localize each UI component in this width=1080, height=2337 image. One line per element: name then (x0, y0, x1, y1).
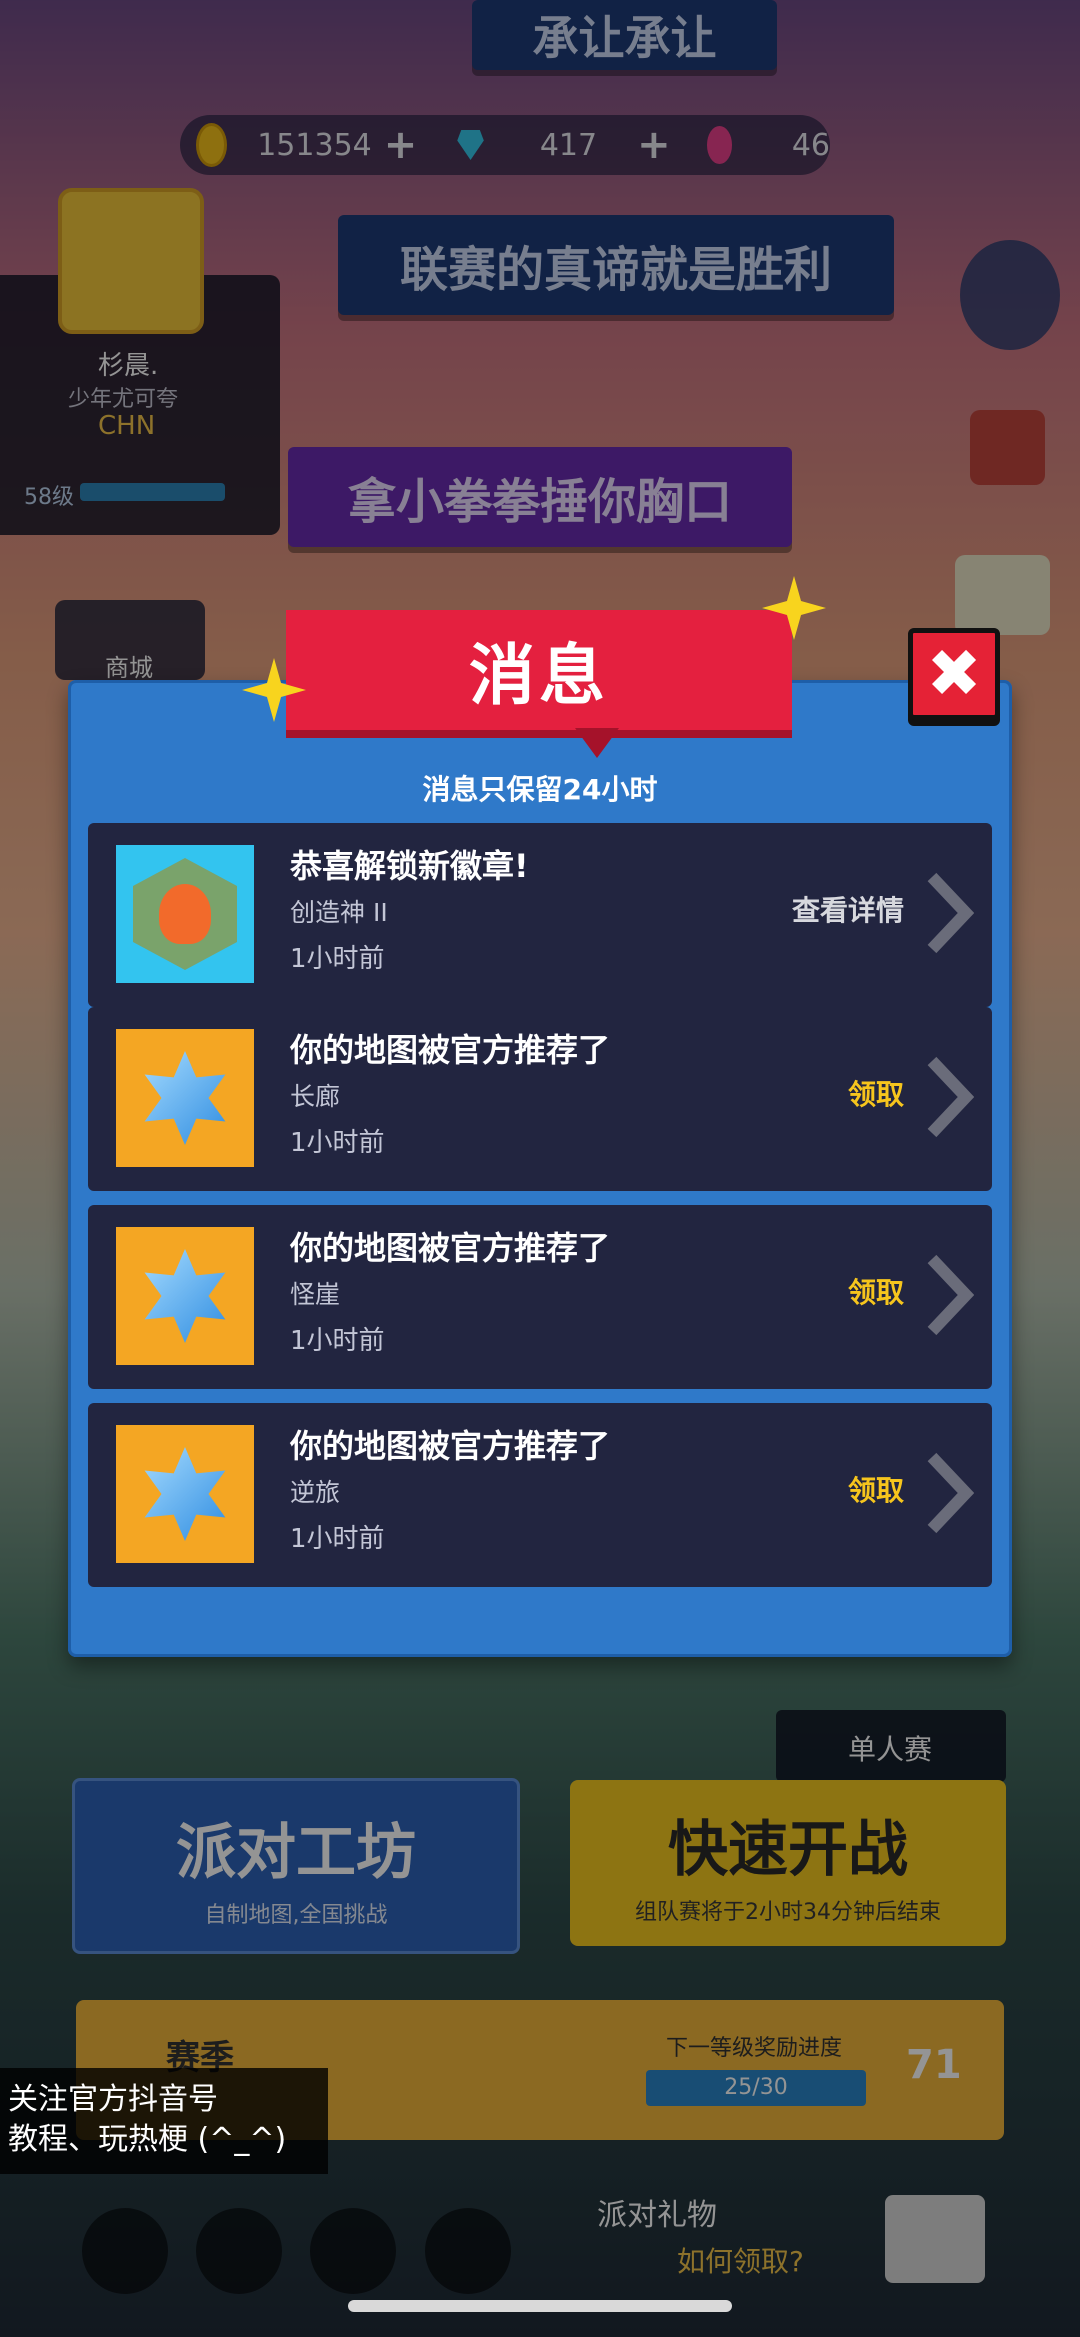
view-details-button[interactable]: 查看详情 (792, 889, 904, 929)
blue-star-icon (116, 1029, 254, 1167)
dialog-title: 消息 (286, 610, 792, 730)
toast-line-1: 关注官方抖音号 (8, 2082, 218, 2117)
message-subtitle: 长廊 (290, 1082, 341, 1111)
message-subtitle: 创造神 II (290, 898, 388, 927)
message-time: 1小时前 (290, 1524, 385, 1554)
blue-star-icon (116, 1227, 254, 1365)
message-time: 1小时前 (290, 944, 385, 974)
close-icon: ✖ (926, 635, 982, 712)
message-row[interactable]: 你的地图被官方推荐了 长廊 1小时前 领取 (88, 1007, 992, 1191)
claim-button[interactable]: 领取 (848, 1073, 904, 1113)
message-title: 你的地图被官方推荐了 (290, 1229, 611, 1267)
toast-line-2: 教程、玩热梗 (^_^) (8, 2122, 287, 2157)
message-time: 1小时前 (290, 1128, 385, 1158)
message-title: 恭喜解锁新徽章! (290, 847, 529, 885)
message-row[interactable]: 恭喜解锁新徽章! 创造神 II 1小时前 查看详情 (88, 823, 992, 1007)
message-dialog: 消息只保留24小时 恭喜解锁新徽章! 创造神 II 1小时前 查看详情 你的地图… (68, 680, 1012, 1657)
message-row[interactable]: 你的地图被官方推荐了 逆旅 1小时前 领取 (88, 1403, 992, 1587)
chevron-right-icon (927, 872, 974, 954)
ribbon-tail (575, 728, 619, 758)
blue-star-icon (116, 1425, 254, 1563)
dialog-subtitle: 消息只保留24小时 (422, 773, 658, 806)
message-row[interactable]: 你的地图被官方推荐了 怪崖 1小时前 领取 (88, 1205, 992, 1389)
claim-button[interactable]: 领取 (848, 1271, 904, 1311)
lightbulb-badge-icon (116, 845, 254, 983)
douyin-toast: 关注官方抖音号 教程、玩热梗 (^_^) (0, 2068, 328, 2174)
chevron-right-icon (927, 1056, 974, 1138)
message-title: 你的地图被官方推荐了 (290, 1031, 611, 1069)
chevron-right-icon (927, 1452, 974, 1534)
message-time: 1小时前 (290, 1326, 385, 1356)
chevron-right-icon (927, 1254, 974, 1336)
close-button[interactable]: ✖ (908, 628, 1000, 720)
message-subtitle: 逆旅 (290, 1478, 341, 1507)
message-title: 你的地图被官方推荐了 (290, 1427, 611, 1465)
home-indicator[interactable] (348, 2300, 732, 2312)
message-subtitle: 怪崖 (290, 1280, 341, 1309)
claim-button[interactable]: 领取 (848, 1469, 904, 1509)
